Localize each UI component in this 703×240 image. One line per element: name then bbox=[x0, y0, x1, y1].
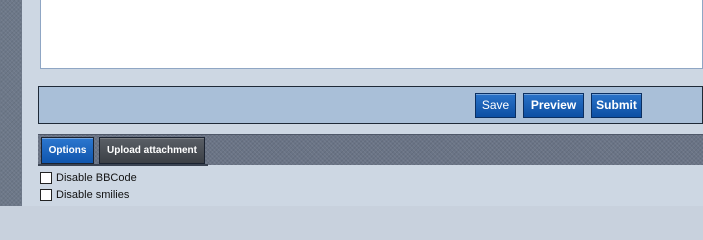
submit-buttons-bar: Save Preview Submit bbox=[38, 86, 703, 124]
message-textarea[interactable] bbox=[40, 0, 703, 69]
posting-panel: Save Preview Submit Options Upload attac… bbox=[22, 0, 703, 206]
disable-smilies-checkbox[interactable] bbox=[40, 189, 52, 201]
tab-underline bbox=[38, 164, 208, 166]
disable-bbcode-checkbox[interactable] bbox=[40, 172, 52, 184]
options-tab-bar: Options Upload attachment bbox=[38, 134, 703, 165]
save-button[interactable]: Save bbox=[475, 93, 516, 118]
submit-button[interactable]: Submit bbox=[591, 93, 642, 118]
preview-button[interactable]: Preview bbox=[523, 93, 584, 118]
option-disable-bbcode[interactable]: Disable BBCode bbox=[40, 171, 137, 185]
disable-smilies-label: Disable smilies bbox=[56, 189, 130, 201]
disable-bbcode-label: Disable BBCode bbox=[56, 172, 137, 184]
page-background-strip bbox=[0, 0, 22, 206]
tab-upload-attachment[interactable]: Upload attachment bbox=[99, 137, 205, 164]
option-disable-smilies[interactable]: Disable smilies bbox=[40, 188, 129, 202]
tab-options[interactable]: Options bbox=[41, 137, 94, 164]
